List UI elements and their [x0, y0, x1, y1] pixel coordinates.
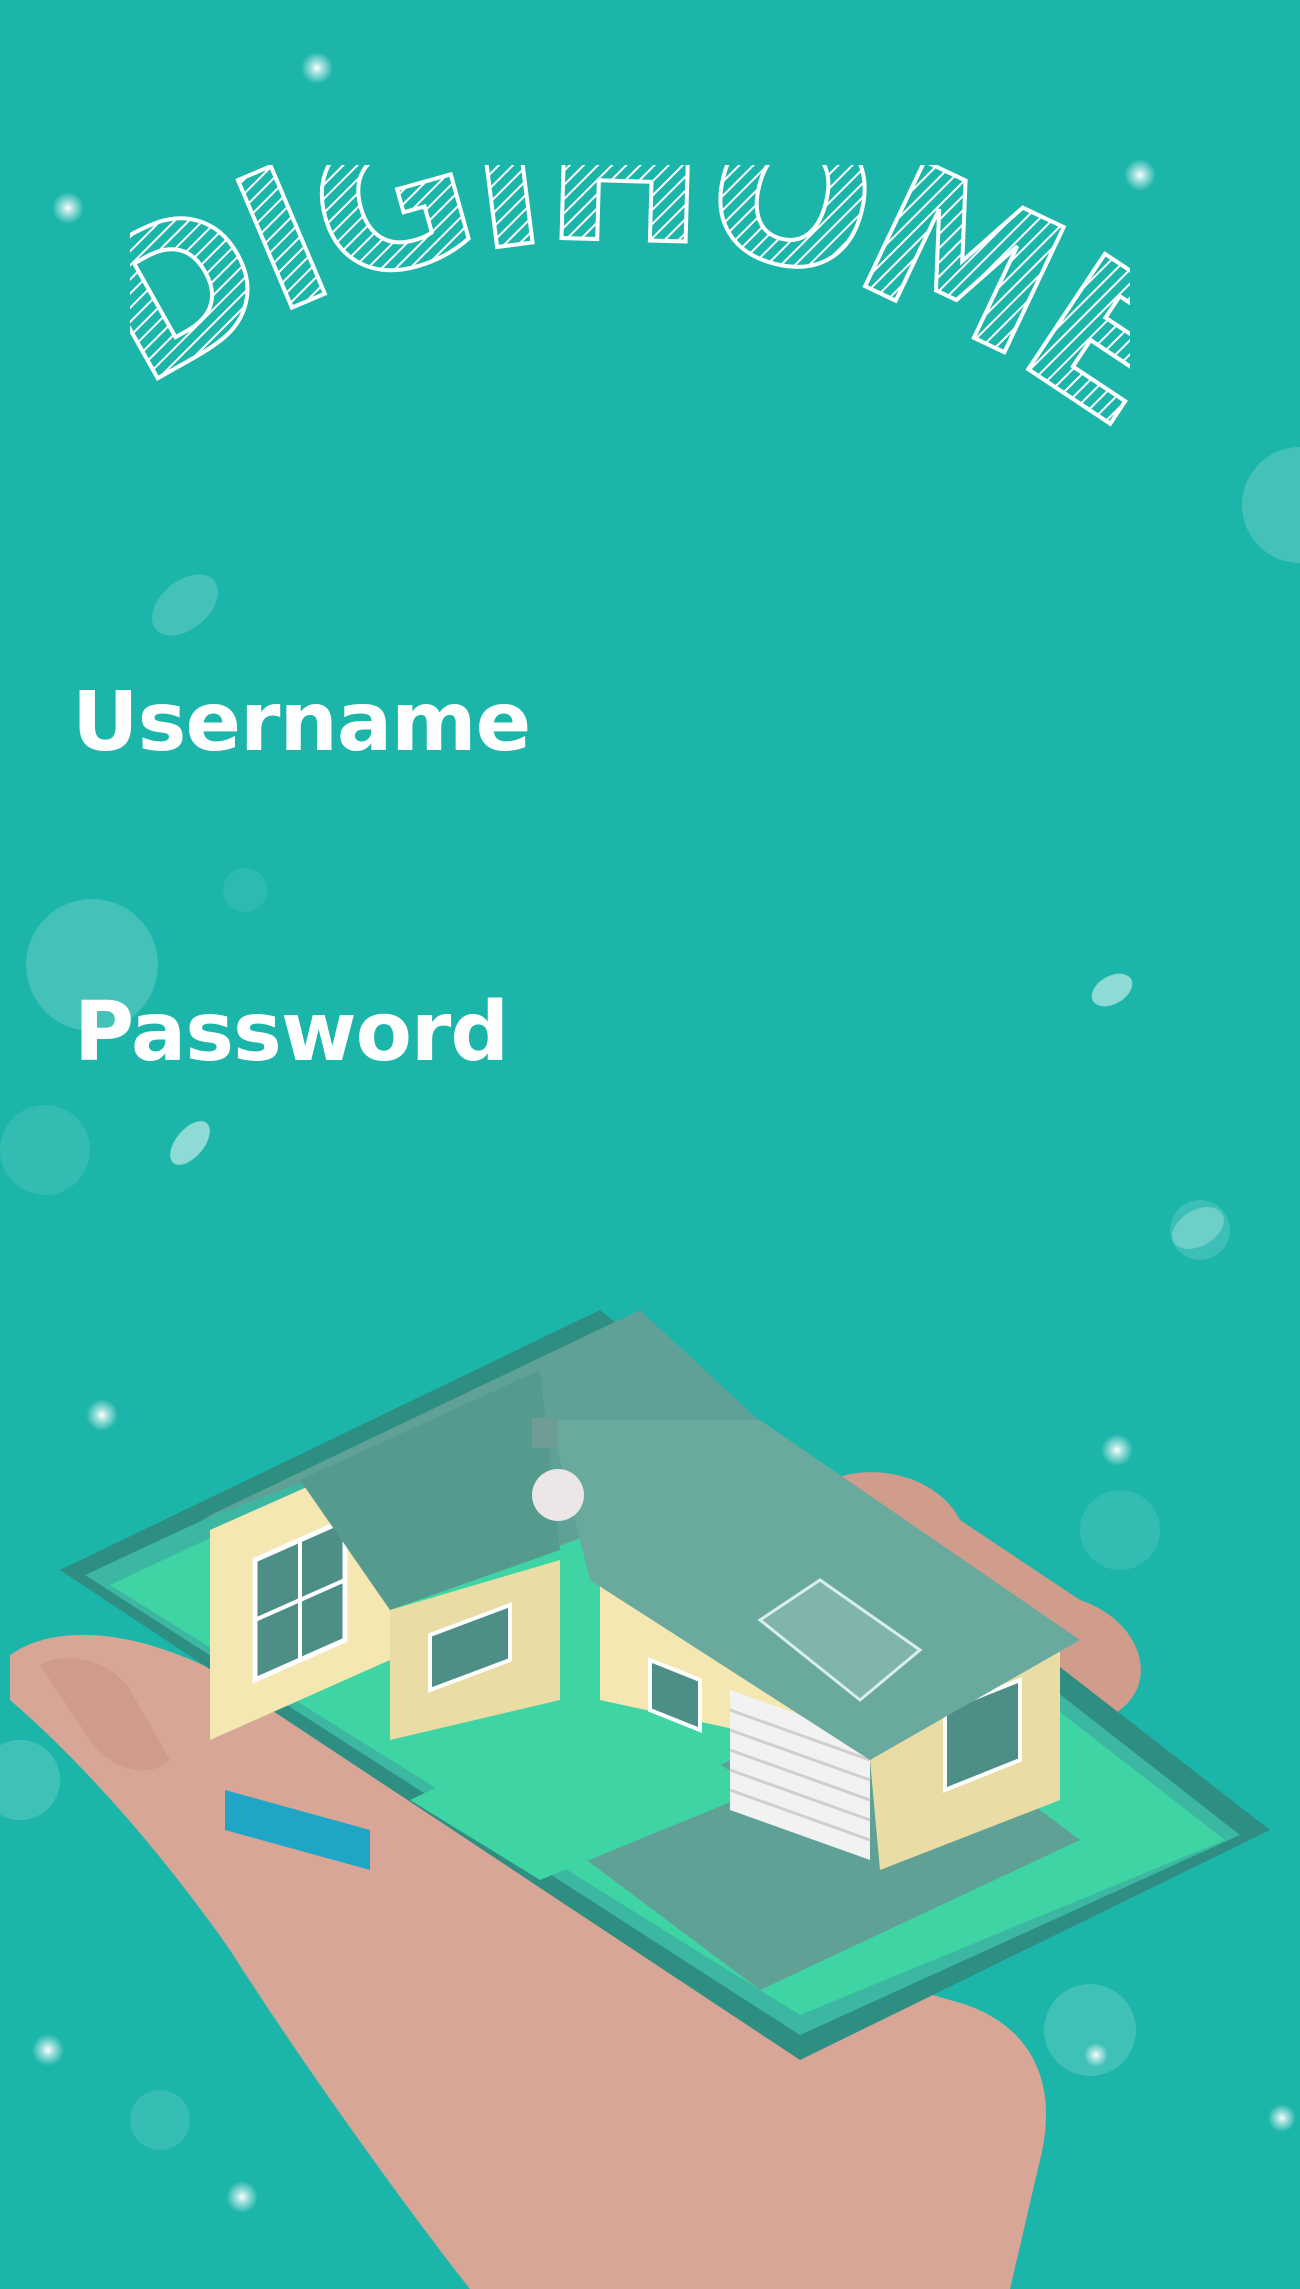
svg-text:DIGIHOME: DIGIHOME	[130, 165, 1130, 466]
password-label: Password	[74, 985, 509, 1080]
username-input[interactable]	[74, 790, 1194, 880]
digihome-logo: DIGIHOME	[130, 165, 1130, 468]
username-label: Username	[72, 675, 531, 770]
login-screen: DIGIHOME Username Password	[0, 0, 1300, 2289]
password-input[interactable]	[74, 1100, 1194, 1190]
logo-text: DIGIHOME	[130, 165, 1130, 468]
